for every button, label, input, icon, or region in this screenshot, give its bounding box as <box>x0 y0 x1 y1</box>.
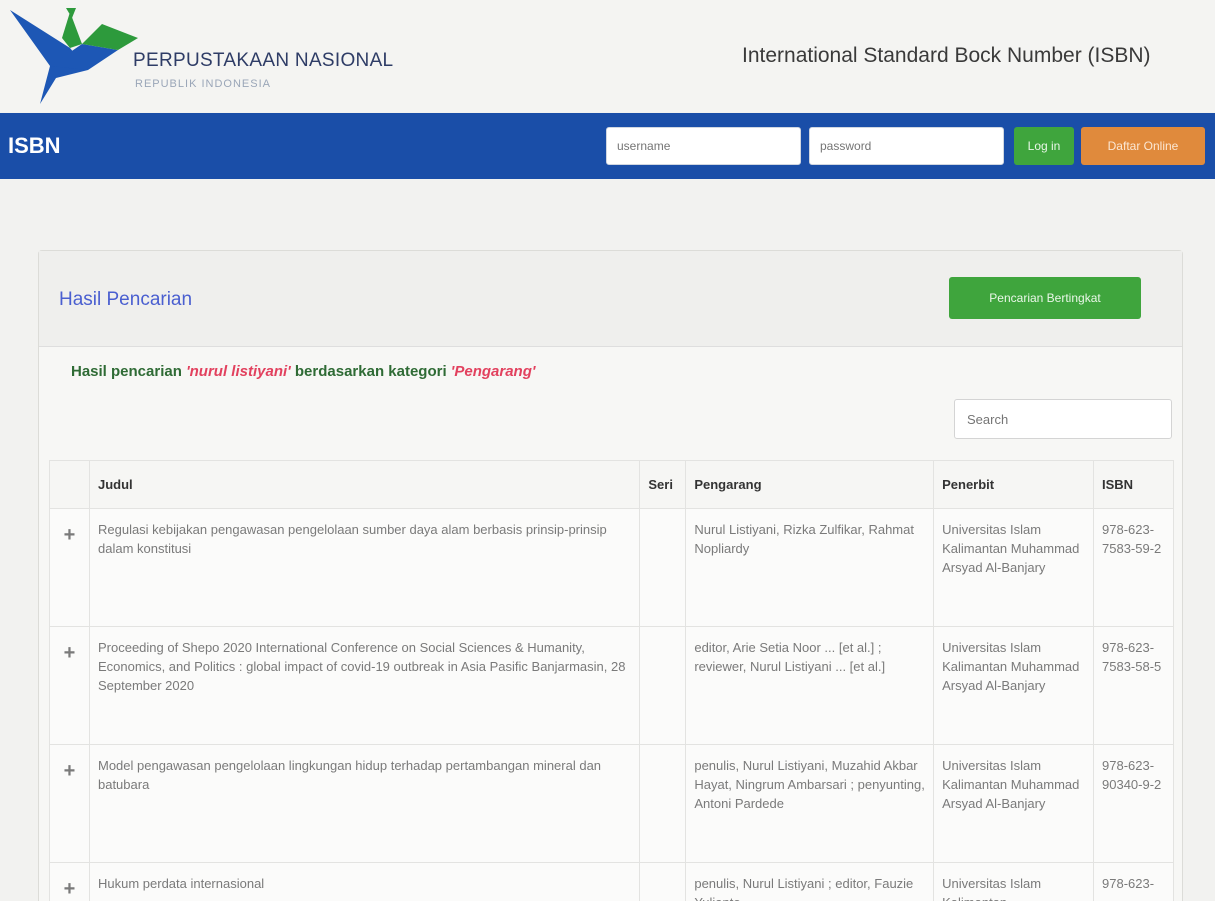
table-row: + Model pengawasan pengelolaan lingkunga… <box>49 744 1174 863</box>
cell-seri <box>639 862 687 901</box>
cell-isbn: 978-623- <box>1093 862 1174 901</box>
table-row: + Hukum perdata internasional penulis, N… <box>49 862 1174 901</box>
cell-seri <box>639 744 687 863</box>
result-query: 'nurul listiyani' <box>186 363 291 380</box>
password-input[interactable] <box>809 127 1004 165</box>
col-judul[interactable]: Judul <box>88 460 641 509</box>
cell-pengarang: Nurul Listiyani, Rizka Zulfikar, Rahmat … <box>685 508 935 627</box>
cell-judul: Hukum perdata internasional <box>88 862 641 901</box>
login-button[interactable]: Log in <box>1014 127 1074 165</box>
table-row: + Proceeding of Shepo 2020 International… <box>49 626 1174 745</box>
expand-row-icon[interactable]: + <box>49 626 90 745</box>
cell-penerbit: Universitas Islam Kalimantan Muhammad Ar… <box>933 744 1094 863</box>
result-summary: Hasil pencarian 'nurul listiyani' berdas… <box>71 363 535 380</box>
result-middle: berdasarkan kategori <box>290 363 451 380</box>
expand-row-icon[interactable]: + <box>49 862 90 901</box>
expand-row-icon[interactable]: + <box>49 508 90 627</box>
col-isbn[interactable]: ISBN <box>1093 460 1174 509</box>
panel-title: Hasil Pencarian <box>59 289 193 310</box>
cell-seri <box>639 508 687 627</box>
cell-isbn: 978-623-7583-59-2 <box>1093 508 1174 627</box>
cell-seri <box>639 626 687 745</box>
col-pengarang[interactable]: Pengarang <box>685 460 935 509</box>
results-table: Judul Seri Pengarang Penerbit ISBN + Reg… <box>49 460 1174 901</box>
page: PERPUSTAKAAN NASIONAL REPUBLIK INDONESIA… <box>0 0 1215 901</box>
table-header-row: Judul Seri Pengarang Penerbit ISBN <box>49 460 1174 509</box>
cell-penerbit: Universitas Islam Kalimantan <box>933 862 1094 901</box>
col-penerbit[interactable]: Penerbit <box>933 460 1094 509</box>
cell-pengarang: editor, Arie Setia Noor ... [et al.] ; r… <box>685 626 935 745</box>
register-online-button[interactable]: Daftar Online <box>1081 127 1205 165</box>
nav-brand[interactable]: ISBN <box>8 133 61 159</box>
advanced-search-button[interactable]: Pencarian Bertingkat <box>949 277 1141 319</box>
cell-judul: Proceeding of Shepo 2020 International C… <box>88 626 641 745</box>
cell-judul: Regulasi kebijakan pengawasan pengelolaa… <box>88 508 641 627</box>
brand-subtitle: REPUBLIK INDONESIA <box>135 78 271 90</box>
perpusnas-logo-icon[interactable] <box>10 8 140 108</box>
site-title: International Standard Bock Number (ISBN… <box>742 44 1151 67</box>
navbar: ISBN Log in Daftar Online <box>0 113 1215 179</box>
result-prefix: Hasil pencarian <box>71 363 187 380</box>
result-category: 'Pengarang' <box>450 363 536 380</box>
site-header: PERPUSTAKAAN NASIONAL REPUBLIK INDONESIA… <box>0 0 1215 112</box>
col-seri[interactable]: Seri <box>639 460 687 509</box>
expand-row-icon[interactable]: + <box>49 744 90 863</box>
cell-penerbit: Universitas Islam Kalimantan Muhammad Ar… <box>933 508 1094 627</box>
cell-judul: Model pengawasan pengelolaan lingkungan … <box>88 744 641 863</box>
cell-pengarang: penulis, Nurul Listiyani ; editor, Fauzi… <box>685 862 935 901</box>
col-expand <box>49 460 90 509</box>
cell-pengarang: penulis, Nurul Listiyani, Muzahid Akbar … <box>685 744 935 863</box>
username-input[interactable] <box>606 127 801 165</box>
table-row: + Regulasi kebijakan pengawasan pengelol… <box>49 508 1174 627</box>
table-search-input[interactable] <box>954 399 1172 439</box>
panel-header: Hasil Pencarian Pencarian Bertingkat <box>39 251 1182 347</box>
cell-isbn: 978-623-7583-58-5 <box>1093 626 1174 745</box>
brand-title: PERPUSTAKAAN NASIONAL <box>133 50 394 71</box>
cell-penerbit: Universitas Islam Kalimantan Muhammad Ar… <box>933 626 1094 745</box>
cell-isbn: 978-623-90340-9-2 <box>1093 744 1174 863</box>
results-panel: Hasil Pencarian Pencarian Bertingkat Has… <box>38 250 1183 901</box>
